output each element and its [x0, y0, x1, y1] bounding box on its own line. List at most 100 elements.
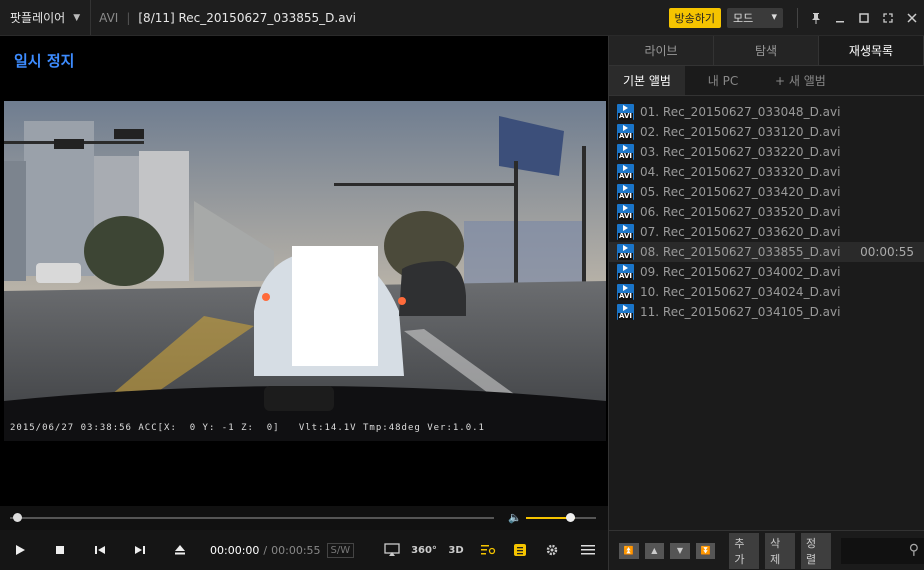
- playlist-search-icon[interactable]: [472, 530, 504, 570]
- chevron-down-icon: ▾: [771, 10, 777, 23]
- move-down-icon[interactable]: ▼: [670, 542, 690, 559]
- broadcast-button[interactable]: 방송하기: [668, 8, 721, 28]
- playlist-item[interactable]: 06. Rec_20150627_033520_D.avi: [609, 202, 924, 222]
- screen-share-icon[interactable]: [376, 530, 408, 570]
- seek-bar[interactable]: 🔈: [0, 506, 608, 530]
- eject-button[interactable]: [160, 530, 200, 570]
- avi-file-icon: [617, 184, 634, 200]
- avi-file-icon: [617, 104, 634, 120]
- skip-back-icon: [95, 546, 105, 554]
- volume-slider[interactable]: [526, 517, 596, 519]
- video-frame[interactable]: 2015/06/27 03:38:56 ACC[X: 0 Y: -1 Z: 0]…: [4, 101, 606, 441]
- avi-file-icon: [617, 124, 634, 140]
- divider: [797, 8, 798, 28]
- search-icon[interactable]: ⚲: [909, 542, 919, 558]
- panel-tabs: 라이브 탐색 재생목록: [609, 36, 924, 66]
- seek-handle[interactable]: [13, 513, 22, 522]
- volume-handle[interactable]: [566, 513, 575, 522]
- gear-icon[interactable]: [536, 530, 568, 570]
- pause-status: 일시 정지: [14, 52, 75, 70]
- tab-live[interactable]: 라이브: [609, 36, 714, 65]
- playlist-item-name: 04. Rec_20150627_033320_D.avi: [640, 165, 841, 179]
- avi-file-icon: [617, 204, 634, 220]
- next-button[interactable]: [120, 530, 160, 570]
- mode-dropdown[interactable]: 모드 ▾: [727, 8, 783, 28]
- pin-icon[interactable]: [804, 6, 828, 30]
- video-scene: [4, 101, 606, 441]
- avi-file-icon: [617, 304, 634, 320]
- total-time: 00:00:55: [271, 543, 321, 557]
- playlist-toggle-icon[interactable]: [504, 530, 536, 570]
- new-album-button[interactable]: + 새 앨범: [761, 66, 840, 95]
- close-icon[interactable]: [900, 6, 924, 30]
- maximize-icon[interactable]: [852, 6, 876, 30]
- add-button[interactable]: 추가: [729, 532, 760, 569]
- playlist-item[interactable]: 11. Rec_20150627_034105_D.avi: [609, 302, 924, 322]
- tab-explore[interactable]: 탐색: [714, 36, 819, 65]
- side-panel: 라이브 탐색 재생목록 기본 앨범 내 PC + 새 앨범 01. Rec_20…: [608, 36, 924, 570]
- window-title: [8/11] Rec_20150627_033855_D.avi: [138, 10, 357, 25]
- playlist-item-name: 09. Rec_20150627_034002_D.avi: [640, 265, 841, 279]
- stop-button[interactable]: [40, 530, 80, 570]
- avi-file-icon: [617, 264, 634, 280]
- control-bar: 00:00:00 / 00:00:55 S/W 360° 3D: [0, 530, 608, 570]
- move-bottom-icon[interactable]: ⏬: [695, 542, 716, 559]
- app-menu-button[interactable]: 팟플레이어 ▼: [0, 0, 92, 35]
- move-top-icon[interactable]: ⏫: [619, 542, 639, 559]
- avi-file-icon: [617, 224, 634, 240]
- avi-file-icon: [617, 244, 634, 260]
- fullscreen-icon[interactable]: [876, 6, 900, 30]
- tab-my-pc[interactable]: 내 PC: [685, 66, 761, 95]
- video-panel: 일시 정지 2015/06/27 03:38:56 ACC[X: 0 Y: -1…: [0, 36, 608, 570]
- tab-playlist[interactable]: 재생목록: [819, 36, 924, 65]
- album-tabs: 기본 앨범 내 PC + 새 앨범: [609, 66, 924, 96]
- playlist-item-name: 08. Rec_20150627_033855_D.avi: [640, 245, 841, 259]
- chevron-down-icon: ▼: [73, 12, 81, 23]
- seek-track[interactable]: [10, 517, 494, 519]
- speaker-icon[interactable]: 🔈: [508, 511, 522, 524]
- tab-basic-album[interactable]: 기본 앨범: [609, 66, 685, 95]
- playlist-item[interactable]: 09. Rec_20150627_034002_D.avi: [609, 262, 924, 282]
- avi-file-icon: [617, 284, 634, 300]
- menu-icon[interactable]: [568, 530, 608, 570]
- playlist-item-name: 11. Rec_20150627_034105_D.avi: [640, 305, 841, 319]
- playlist-item-name: 03. Rec_20150627_033220_D.avi: [640, 145, 841, 159]
- avi-file-icon: [617, 144, 634, 160]
- video-overlay-text: 2015/06/27 03:38:56 ACC[X: 0 Y: -1 Z: 0]…: [10, 423, 485, 433]
- format-label: AVI: [99, 10, 119, 25]
- playlist-item-name: 10. Rec_20150627_034024_D.avi: [640, 285, 841, 299]
- previous-button[interactable]: [80, 530, 120, 570]
- playlist-item[interactable]: 04. Rec_20150627_033320_D.avi: [609, 162, 924, 182]
- playlist-item[interactable]: 10. Rec_20150627_034024_D.avi: [609, 282, 924, 302]
- play-button[interactable]: [0, 530, 40, 570]
- title-bar: 팟플레이어 ▼ AVI | [8/11] Rec_20150627_033855…: [0, 0, 924, 36]
- stop-icon: [56, 546, 64, 554]
- play-icon: [16, 545, 25, 555]
- sort-button[interactable]: 정렬: [800, 532, 831, 569]
- playlist-search-input[interactable]: ⚲: [840, 537, 924, 564]
- playlist-item[interactable]: 07. Rec_20150627_033620_D.avi: [609, 222, 924, 242]
- app-name: 팟플레이어: [10, 11, 66, 25]
- move-up-icon[interactable]: ▲: [644, 542, 665, 559]
- playlist-item[interactable]: 08. Rec_20150627_033855_D.avi 00:00:55: [609, 242, 924, 262]
- current-time: 00:00:00: [210, 543, 260, 557]
- vr360-button[interactable]: 360°: [408, 530, 440, 570]
- playlist-item-name: 01. Rec_20150627_033048_D.avi: [640, 105, 841, 119]
- playlist-item-name: 06. Rec_20150627_033520_D.avi: [640, 205, 841, 219]
- title-separator: |: [126, 10, 131, 25]
- skip-forward-icon: [135, 546, 145, 554]
- playlist-item[interactable]: 05. Rec_20150627_033420_D.avi: [609, 182, 924, 202]
- playlist-item-name: 02. Rec_20150627_033120_D.avi: [640, 125, 841, 139]
- playlist-item[interactable]: 01. Rec_20150627_033048_D.avi: [609, 102, 924, 122]
- playlist-item[interactable]: 02. Rec_20150627_033120_D.avi: [609, 122, 924, 142]
- sw-toggle[interactable]: S/W: [326, 542, 355, 558]
- playlist-item-duration: 00:00:55: [860, 245, 914, 259]
- eject-icon: [175, 545, 185, 555]
- delete-button[interactable]: 삭제: [765, 532, 795, 569]
- minimize-icon[interactable]: [828, 6, 852, 30]
- avi-file-icon: [617, 164, 634, 180]
- mode-label: 모드: [733, 12, 754, 25]
- playlist-item[interactable]: 03. Rec_20150627_033220_D.avi: [609, 142, 924, 162]
- playlist-toolbar: ⏫ ▲ ▼ ⏬ 추가 삭제 정렬 ⚲: [609, 530, 924, 570]
- 3d-button[interactable]: 3D: [440, 530, 472, 570]
